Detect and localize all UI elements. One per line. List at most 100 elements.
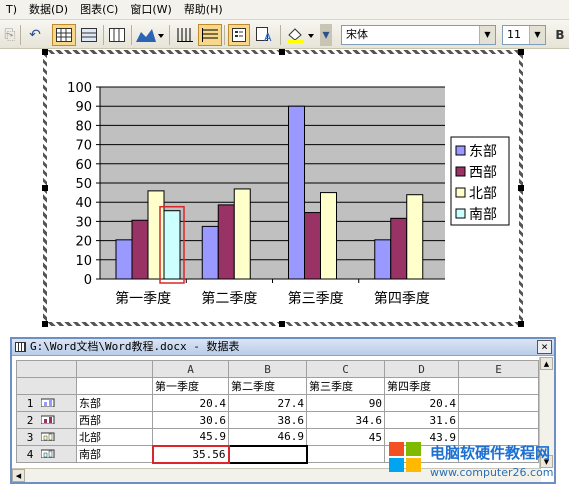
table-cell[interactable]: 38.6 [228,411,307,429]
by-row-icon [81,28,97,42]
category-row: 第一季度 第二季度 第三季度 第四季度 [16,377,539,395]
select-all-corner[interactable] [16,360,77,378]
y-tick-label: 70 [75,139,92,154]
paste-icon[interactable]: ⎘ [2,24,18,46]
table-cell[interactable]: 北部 [76,428,153,446]
close-button[interactable]: × [537,340,552,354]
resize-handle[interactable] [279,49,285,55]
bar-series-icon [40,432,55,441]
bold-button[interactable]: B [552,24,568,46]
table-cell[interactable]: 20.4 [152,394,229,412]
table-cell[interactable]: 90 [306,394,385,412]
menu-item-tools[interactable]: T) [0,0,23,20]
table-cell[interactable]: 31.6 [384,411,459,429]
chevron-down-icon[interactable]: ▼ [479,26,495,44]
value-gridlines-button[interactable] [198,24,222,46]
column-header-b[interactable]: B [228,360,307,378]
table-cell[interactable]: 30.6 [152,411,229,429]
table-cell[interactable] [306,445,385,463]
chart-object[interactable]: 0 10 20 30 40 50 60 70 80 90 100 第一季度 第二季度 第三季度 第四季度 东… [43,50,523,326]
undo-icon[interactable]: ↶ [24,24,46,46]
table-cell[interactable] [76,377,153,395]
resize-handle[interactable] [518,185,524,191]
column-header-a[interactable]: A [152,360,229,378]
row-header[interactable]: 2 [16,411,77,429]
menu-item-window[interactable]: 窗口(W) [124,0,177,20]
x-tick-label: 第一季度 [115,290,171,307]
row-header[interactable]: 4 [16,445,77,463]
font-name-value: 宋体 [346,28,368,41]
table-cell[interactable]: 45.9 [152,428,229,446]
bar [320,192,337,280]
datasheet-icon [15,342,26,352]
x-tick-label: 第三季度 [288,290,344,307]
bar [131,219,149,280]
font-name-select[interactable]: 宋体 ▼ [341,25,496,45]
fill-color-button[interactable] [284,24,316,46]
bar [304,212,321,280]
row-header[interactable]: 3 [16,428,77,446]
legend-label: 西部 [469,165,497,181]
legend-swatch [455,145,466,156]
table-cell[interactable]: 34.6 [306,411,385,429]
data-table-button[interactable]: A [254,24,276,46]
chart-type-button[interactable] [134,24,166,46]
resize-handle[interactable] [518,321,524,327]
bar [374,239,392,280]
table-cell[interactable]: 南部 [76,445,153,463]
legend-swatch [455,166,466,177]
row-header-blank[interactable] [16,377,77,395]
table-cell[interactable]: 第三季度 [306,377,385,395]
scroll-up-icon[interactable]: ▲ [540,357,553,370]
menu-item-data[interactable]: 数据(D) [23,0,74,20]
y-tick-label: 60 [75,158,92,173]
datasheet-title: G:\Word文档\Word教程.docx - 数据表 [30,340,240,353]
legend-label: 北部 [469,186,497,202]
resize-handle[interactable] [42,185,48,191]
column-header-blank[interactable] [76,360,153,378]
legend-swatch [455,208,466,219]
datasheet-title-bar[interactable]: G:\Word文档\Word教程.docx - 数据表 × [12,339,554,356]
resize-handle[interactable] [42,321,48,327]
table-cell[interactable] [458,411,539,429]
chevron-down-icon[interactable]: ▼ [529,26,545,44]
category-gridlines-button[interactable] [174,24,196,46]
scroll-left-icon[interactable]: ◀ [12,469,25,482]
table-cell[interactable] [458,377,539,395]
legend-button[interactable] [228,24,250,46]
menu-item-chart[interactable]: 图表(C) [74,0,124,20]
table-cell-highlighted[interactable]: 35.56 [151,444,230,464]
table-cell[interactable]: 27.4 [228,394,307,412]
font-size-select[interactable]: 11 ▼ [502,25,546,45]
resize-handle[interactable] [42,49,48,55]
bar [390,217,408,280]
table-cell[interactable]: 45 [306,428,385,446]
legend-label: 东部 [469,144,497,160]
table-cell[interactable]: 东部 [76,394,153,412]
bar-series-icon [40,449,55,458]
table-cell[interactable] [458,394,539,412]
column-header-e[interactable]: E [458,360,539,378]
menu-item-help[interactable]: 帮助(H) [178,0,229,20]
table-cell[interactable]: 第二季度 [228,377,307,395]
resize-handle[interactable] [279,321,285,327]
table-cell[interactable]: 第一季度 [152,377,229,395]
table-cell[interactable]: 46.9 [228,428,307,446]
table-cell[interactable]: 20.4 [384,394,459,412]
by-column-button[interactable] [106,24,128,46]
column-header-c[interactable]: C [306,360,385,378]
by-row-button[interactable] [78,24,100,46]
table-row: 2 西部 30.6 38.6 34.6 31.6 [16,411,539,429]
column-header-d[interactable]: D [384,360,459,378]
font-size-value: 11 [507,28,521,41]
table-cell[interactable]: 西部 [76,411,153,429]
x-tick-label: 第四季度 [374,290,430,307]
table-cell[interactable]: 第四季度 [384,377,459,395]
y-tick-label: 20 [75,235,92,250]
table-cell-selected[interactable] [227,444,308,464]
y-tick-label: 100 [67,81,92,96]
view-datasheet-button[interactable] [52,24,76,46]
toolbar-options-icon[interactable]: ▾ [320,24,332,46]
row-header[interactable]: 1 [16,394,77,412]
resize-handle[interactable] [518,49,524,55]
